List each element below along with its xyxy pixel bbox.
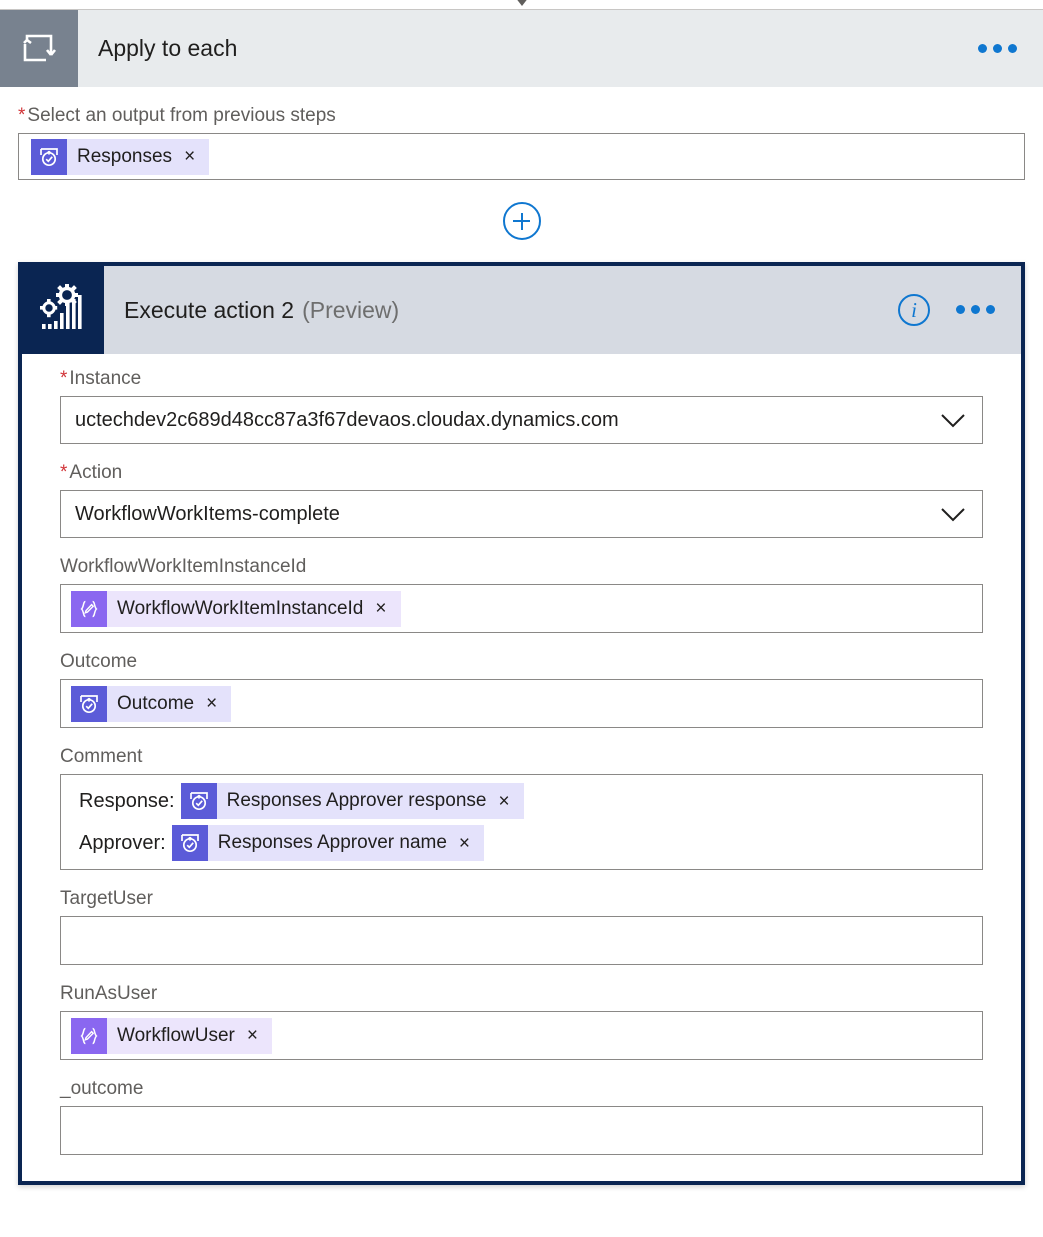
apply-to-each-header[interactable]: Apply to each <box>0 9 1043 87</box>
apply-to-each-more-button[interactable] <box>978 10 1043 87</box>
approval-token-icon <box>71 685 107 722</box>
field-run-as-user: RunAsUser WorkflowUser × <box>60 983 983 1060</box>
execute-action-title-text: Execute action 2 <box>124 296 295 323</box>
token-chip-workflowuser[interactable]: WorkflowUser × <box>71 1017 272 1054</box>
comment-input[interactable]: Response: Responses Approver response × … <box>60 774 983 870</box>
flow-connector-top <box>0 0 1043 9</box>
chevron-down-icon <box>940 413 966 428</box>
token-remove-button[interactable]: × <box>451 834 484 853</box>
approval-token-icon <box>31 138 67 175</box>
action-select[interactable]: WorkflowWorkItems-complete <box>60 490 983 538</box>
field-instance: * Instance uctechdev2c689d48cc87a3f67deva… <box>60 368 983 444</box>
token-label: WorkflowWorkItemInstanceId <box>117 597 364 619</box>
dynamics-finance-operations-icon <box>22 266 104 354</box>
field-target-user: TargetUser <box>60 888 983 965</box>
token-chip-workflowworkiteminstanceid[interactable]: WorkflowWorkItemInstanceId × <box>71 590 401 627</box>
execute-action-card: Execute action 2 (Preview) i * Instance u… <box>18 262 1025 1185</box>
token-chip-responses[interactable]: Responses × <box>31 138 210 175</box>
comment-line-approver: Approver: Responses Approver name × <box>61 825 485 861</box>
connector-arrow-icon <box>514 0 529 6</box>
apply-to-each-title: Apply to each <box>98 35 238 61</box>
target-user-input[interactable] <box>60 916 983 965</box>
run-as-user-input[interactable]: WorkflowUser × <box>60 1011 983 1060</box>
select-output-input[interactable]: Responses × <box>18 133 1025 180</box>
required-asterisk: * <box>18 105 26 126</box>
approval-token-icon <box>171 825 208 861</box>
token-chip-responses-approver-response[interactable]: Responses Approver response × <box>180 783 524 819</box>
token-remove-button[interactable]: × <box>490 792 523 811</box>
field-outcome: Outcome Outcome × <box>60 651 983 728</box>
info-icon[interactable]: i <box>898 294 930 326</box>
execute-action-title: Execute action 2 (Preview) <box>104 266 898 354</box>
outcome-underscore-input[interactable] <box>60 1106 983 1155</box>
field-label-comment: Comment <box>60 746 143 767</box>
token-remove-button[interactable]: × <box>176 147 209 166</box>
token-remove-button[interactable]: × <box>198 694 231 713</box>
approval-token-icon <box>180 783 217 819</box>
workflow-work-item-instance-id-input[interactable]: WorkflowWorkItemInstanceId × <box>60 584 983 633</box>
action-select-value: WorkflowWorkItems-complete <box>75 502 340 525</box>
comment-prefix-approver: Approver: <box>79 831 166 854</box>
required-asterisk: * <box>60 462 68 483</box>
add-action-button[interactable] <box>502 202 541 240</box>
token-chip-outcome[interactable]: Outcome × <box>71 685 232 722</box>
add-step-connector <box>0 180 1043 262</box>
ellipsis-icon <box>978 44 1017 53</box>
apply-to-each-body: * Select an output from previous steps Re… <box>0 87 1043 180</box>
loop-icon <box>0 10 78 87</box>
field-label-workflow-work-item-instance-id: WorkflowWorkItemInstanceId <box>60 556 307 577</box>
execute-action-header-actions: i <box>898 266 1021 354</box>
token-label: Responses Approver response <box>226 790 487 811</box>
required-asterisk: * <box>60 368 68 389</box>
field-label-instance: * Instance <box>60 368 142 389</box>
chevron-down-icon <box>940 507 966 522</box>
execute-action-more-button[interactable] <box>956 301 995 319</box>
field-label-outcome-underscore: _outcome <box>60 1078 144 1099</box>
instance-select[interactable]: uctechdev2c689d48cc87a3f67devaos.cloudax… <box>60 396 983 444</box>
expression-token-icon <box>71 590 107 627</box>
execute-action-body: * Instance uctechdev2c689d48cc87a3f67deva… <box>22 354 1021 1181</box>
outcome-input[interactable]: Outcome × <box>60 679 983 728</box>
comment-line-response: Response: Responses Approver response × <box>61 783 524 819</box>
preview-badge: (Preview) <box>302 296 400 323</box>
execute-action-header[interactable]: Execute action 2 (Preview) i <box>22 266 1021 354</box>
token-label: Responses <box>77 145 173 167</box>
field-outcome-underscore: _outcome <box>60 1078 983 1155</box>
apply-to-each-card: Apply to each * Select an output from pre… <box>0 9 1043 180</box>
field-comment: Comment Response: Responses Approver res… <box>60 746 983 870</box>
token-remove-button[interactable]: × <box>367 599 400 618</box>
plus-icon <box>513 213 530 230</box>
comment-prefix-response: Response: <box>79 789 175 812</box>
field-label-run-as-user: RunAsUser <box>60 983 158 1004</box>
instance-select-value: uctechdev2c689d48cc87a3f67devaos.cloudax… <box>75 408 619 431</box>
token-label: WorkflowUser <box>117 1024 235 1046</box>
ellipsis-icon <box>956 305 995 314</box>
token-remove-button[interactable]: × <box>239 1026 272 1045</box>
expression-token-icon <box>71 1017 107 1054</box>
field-label-target-user: TargetUser <box>60 888 153 909</box>
token-label: Outcome <box>117 692 195 714</box>
select-output-label: * Select an output from previous steps <box>18 105 336 126</box>
field-label-action: * Action <box>60 462 123 483</box>
field-action: * Action WorkflowWorkItems-complete <box>60 462 983 538</box>
token-chip-responses-approver-name[interactable]: Responses Approver name × <box>171 825 485 861</box>
token-label: Responses Approver name <box>217 832 447 853</box>
field-label-outcome: Outcome <box>60 651 138 672</box>
field-workflow-work-item-instance-id: WorkflowWorkItemInstanceId WorkflowWorkI… <box>60 556 983 633</box>
